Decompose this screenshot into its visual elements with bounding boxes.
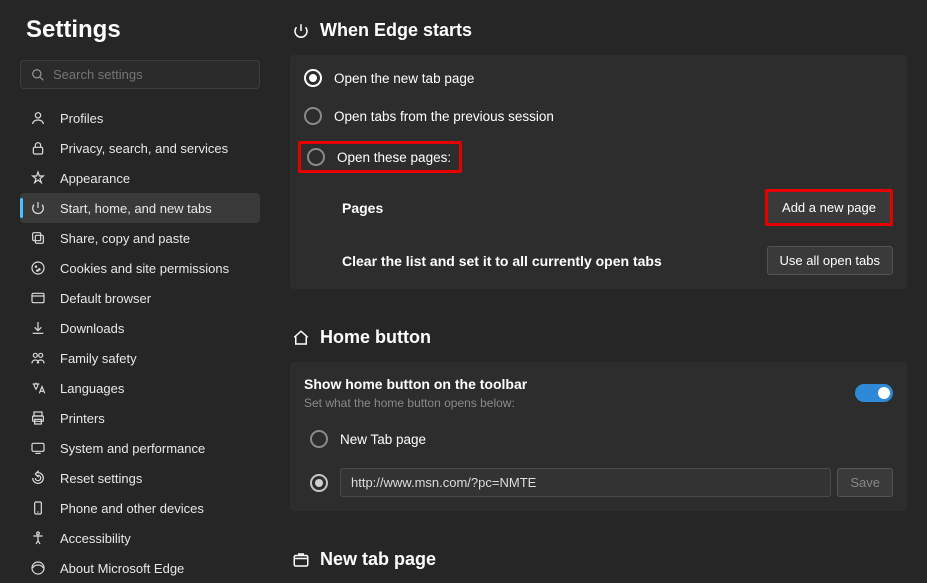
radio-icon[interactable] [310,474,328,492]
main-content: When Edge starts Open the new tab page O… [280,0,927,579]
sidebar-item-label: Reset settings [60,471,142,486]
option-label: New Tab page [340,432,426,447]
option-label: Open these pages: [337,150,451,165]
sidebar-item-profiles[interactable]: Profiles [20,103,260,133]
sidebar-item-label: About Microsoft Edge [60,561,184,576]
sidebar-item-cookies[interactable]: Cookies and site permissions [20,253,260,283]
sidebar-item-label: Downloads [60,321,124,336]
accessibility-icon [30,530,46,546]
sidebar-item-family[interactable]: Family safety [20,343,260,373]
radio-icon[interactable] [304,69,322,87]
home-option-url[interactable]: Save [290,458,907,507]
page-title: Settings [20,16,260,44]
save-button[interactable]: Save [837,468,893,497]
sidebar-item-label: Phone and other devices [60,501,204,516]
sidebar-item-label: Cookies and site permissions [60,261,229,276]
sidebar-item-start[interactable]: Start, home, and new tabs [20,193,260,223]
sidebar-item-reset[interactable]: Reset settings [20,463,260,493]
sidebar-item-label: Languages [60,381,124,396]
power-icon [30,200,46,216]
sidebar-item-share[interactable]: Share, copy and paste [20,223,260,253]
tab-icon [292,551,310,569]
pages-row: Pages Add a new page [290,179,907,236]
home-icon [292,329,310,347]
pages-heading: Pages [342,200,383,216]
option-label: Open the new tab page [334,71,474,86]
radio-icon[interactable] [307,148,325,166]
sidebar-item-label: Accessibility [60,531,131,546]
sidebar-item-languages[interactable]: Languages [20,373,260,403]
sidebar-item-appearance[interactable]: Appearance [20,163,260,193]
sidebar-item-label: Profiles [60,111,103,126]
home-url-input[interactable] [340,468,831,497]
use-open-tabs-button[interactable]: Use all open tabs [767,246,893,275]
option-open-previous[interactable]: Open tabs from the previous session [290,97,907,135]
sidebar-item-downloads[interactable]: Downloads [20,313,260,343]
language-icon [30,380,46,396]
system-icon [30,440,46,456]
show-home-toggle[interactable] [855,384,893,402]
power-icon [292,22,310,40]
show-home-sub: Set what the home button opens below: [304,396,527,410]
section-heading-start: When Edge starts [292,20,907,41]
sidebar-item-label: Start, home, and new tabs [60,201,212,216]
sidebar-item-label: Share, copy and paste [60,231,190,246]
download-icon [30,320,46,336]
sidebar-item-phone[interactable]: Phone and other devices [20,493,260,523]
sidebar-item-accessibility[interactable]: Accessibility [20,523,260,553]
radio-icon[interactable] [310,430,328,448]
show-home-toggle-row: Show home button on the toolbar Set what… [290,366,907,420]
cookie-icon [30,260,46,276]
reset-icon [30,470,46,486]
sidebar-item-label: Default browser [60,291,151,306]
sidebar-item-default-browser[interactable]: Default browser [20,283,260,313]
sidebar-item-label: Privacy, search, and services [60,141,228,156]
clear-label: Clear the list and set it to all current… [342,253,662,269]
section-heading-newtab: New tab page [292,549,907,570]
phone-icon [30,500,46,516]
sidebar-item-label: System and performance [60,441,205,456]
search-icon [31,68,45,82]
share-icon [30,230,46,246]
sidebar-item-privacy[interactable]: Privacy, search, and services [20,133,260,163]
sidebar-item-label: Printers [60,411,105,426]
search-input[interactable] [53,67,249,82]
search-box[interactable] [20,60,260,89]
lock-icon [30,140,46,156]
home-panel: Show home button on the toolbar Set what… [290,362,907,511]
home-option-newtab[interactable]: New Tab page [290,420,907,458]
browser-icon [30,290,46,306]
family-icon [30,350,46,366]
option-open-new-tab[interactable]: Open the new tab page [290,59,907,97]
sidebar-item-label: Family safety [60,351,137,366]
appearance-icon [30,170,46,186]
start-panel: Open the new tab page Open tabs from the… [290,55,907,289]
sidebar-item-printers[interactable]: Printers [20,403,260,433]
sidebar-item-label: Appearance [60,171,130,186]
profile-icon [30,110,46,126]
option-label: Open tabs from the previous session [334,109,554,124]
section-heading-home: Home button [292,327,907,348]
radio-icon[interactable] [304,107,322,125]
clear-row: Clear the list and set it to all current… [290,236,907,285]
edge-icon [30,560,46,576]
option-open-pages[interactable]: Open these pages: [290,135,907,179]
sidebar-item-system[interactable]: System and performance [20,433,260,463]
sidebar: Settings Profiles Privacy, search, and s… [0,0,280,579]
printer-icon [30,410,46,426]
add-page-button[interactable]: Add a new page [765,189,893,226]
show-home-label: Show home button on the toolbar [304,376,527,392]
